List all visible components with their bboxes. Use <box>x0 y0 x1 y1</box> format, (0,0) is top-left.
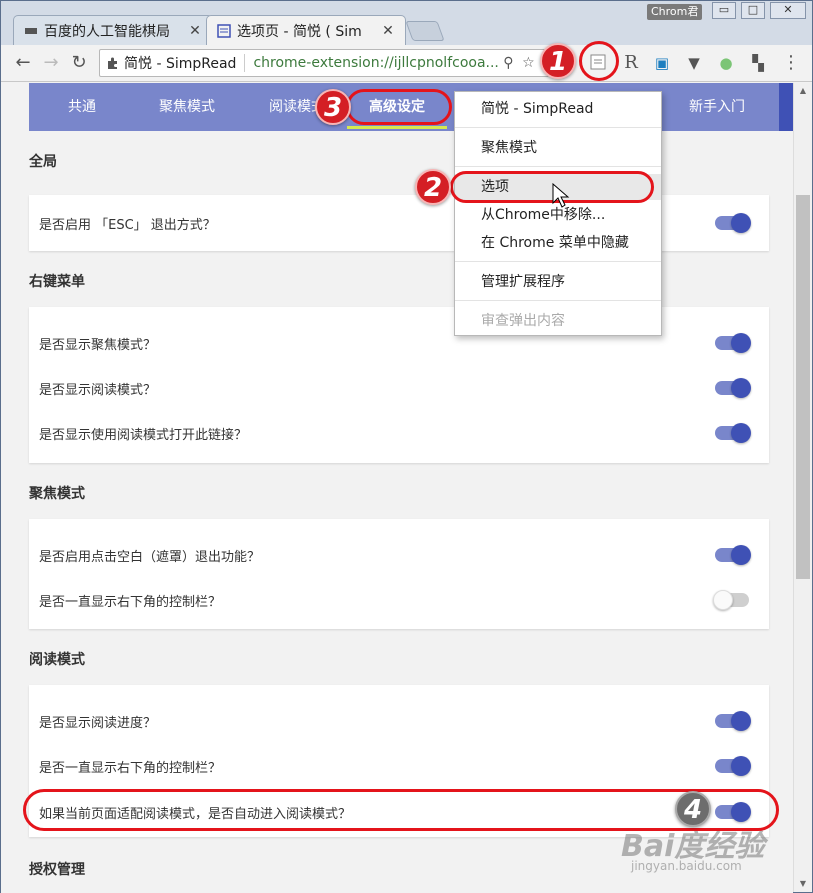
step-badge-1: 1 <box>540 43 576 79</box>
setting-label: 是否显示阅读模式？ <box>39 382 157 398</box>
toggle-knob <box>731 213 751 233</box>
browser-toolbar: ← → ↻ 简悦 - SimpRead chrome-extension://i… <box>1 45 812 82</box>
toggle-switch[interactable] <box>715 378 751 398</box>
toggle-switch[interactable] <box>715 423 751 443</box>
setting-label: 是否启用点击空白（遮罩）退出功能？ <box>39 549 261 565</box>
toggle-knob <box>731 333 751 353</box>
r-extension-icon[interactable]: R <box>621 53 641 73</box>
toggle-switch[interactable] <box>715 711 751 731</box>
profile-badge[interactable]: Chrom君 <box>647 4 703 20</box>
maximize-button[interactable]: □ <box>741 2 765 19</box>
annotation-ring-extension-icon <box>579 41 619 81</box>
options-page: 共通 聚焦模式 阅读模式 高级设定 新手入门 全局 是否启用 「ESC」 退出方… <box>1 83 793 893</box>
browser-window: 百度的人工智能棋局 ✕ 选项页 - 简悦 ( Sim ✕ Chrom君 ▭ □ … <box>0 0 813 893</box>
tab-strip: 百度的人工智能棋局 ✕ 选项页 - 简悦 ( Sim ✕ Chrom君 ▭ □ … <box>1 1 812 45</box>
toggle-switch[interactable] <box>713 590 749 610</box>
step-badge-3: 3 <box>315 89 351 125</box>
nav-getting-started[interactable]: 新手入门 <box>677 83 757 131</box>
reload-button[interactable]: ↻ <box>67 51 91 75</box>
toggle-knob <box>731 378 751 398</box>
setting-label: 是否显示阅读进度？ <box>39 715 157 731</box>
setting-row: 是否显示阅读模式？ <box>39 373 759 403</box>
toggle-switch[interactable] <box>715 545 751 565</box>
toggle-knob <box>731 545 751 565</box>
zoom-icon[interactable]: ⚲ <box>498 55 518 71</box>
menu-item-manage-extensions[interactable]: 管理扩展程序 <box>455 269 661 295</box>
step-badge-2: 2 <box>415 169 451 205</box>
mouse-cursor-icon <box>552 183 570 208</box>
bookmark-star-icon[interactable]: ☆ <box>518 55 538 71</box>
toggle-knob <box>713 590 733 610</box>
setting-label: 是否显示使用阅读模式打开此链接？ <box>39 427 248 443</box>
annotation-ring-advanced-tab <box>346 89 452 125</box>
menu-divider <box>455 261 661 262</box>
setting-row: 是否一直显示右下角的控制栏？ <box>39 585 759 615</box>
tab-title: 选项页 - 简悦 ( Sim <box>237 23 362 40</box>
tab-options[interactable]: 选项页 - 简悦 ( Sim ✕ <box>206 15 406 45</box>
tab-baidu[interactable]: 百度的人工智能棋局 ✕ <box>13 15 213 45</box>
section-title-global: 全局 <box>29 154 57 170</box>
menu-divider <box>455 166 661 167</box>
section-title-context-menu: 右键菜单 <box>29 274 85 290</box>
extension-context-menu: 简悦 - SimpRead 聚焦模式 选项 从Chrome中移除... 在 Ch… <box>454 91 662 336</box>
nav-focus-mode[interactable]: 聚焦模式 <box>147 83 227 131</box>
setting-row: 是否一直显示右下角的控制栏？ <box>39 751 759 781</box>
settings-card-focus-mode: 是否启用点击空白（遮罩）退出功能？ 是否一直显示右下角的控制栏？ <box>29 519 769 629</box>
page-favicon-icon <box>217 23 231 38</box>
menu-item-focus-mode[interactable]: 聚焦模式 <box>455 135 661 161</box>
grid-extension-icon[interactable]: ▚ <box>748 53 768 73</box>
scroll-up-icon[interactable]: ▲ <box>794 83 812 99</box>
forward-button[interactable]: → <box>39 51 63 75</box>
section-title-read-mode: 阅读模式 <box>29 652 85 668</box>
setting-row: 是否显示阅读进度？ <box>39 706 759 736</box>
new-tab-button[interactable] <box>405 21 445 41</box>
setting-label: 是否一直显示右下角的控制栏？ <box>39 760 222 776</box>
section-title-authorization: 授权管理 <box>29 862 85 878</box>
menu-divider <box>455 300 661 301</box>
annotation-ring-auto-read <box>23 789 779 831</box>
watermark-url: jingyan.baidu.com <box>631 859 742 873</box>
status-extension-icon[interactable]: ● <box>716 53 736 73</box>
step-badge-4: 4 <box>675 791 711 827</box>
scroll-thumb[interactable] <box>796 195 810 579</box>
menu-item-inspect-popup: 审查弹出内容 <box>481 313 565 329</box>
setting-label: 是否一直显示右下角的控制栏？ <box>39 594 222 610</box>
tab-favicon-icon <box>25 27 37 34</box>
url-text[interactable]: chrome-extension://ijllcpnolfcooa... <box>253 55 498 71</box>
tab-title: 百度的人工智能棋局 <box>44 23 170 40</box>
scroll-down-icon[interactable]: ▼ <box>794 876 812 892</box>
minimize-button[interactable]: ▭ <box>712 2 736 19</box>
menu-item-hide[interactable]: 在 Chrome 菜单中隐藏 <box>455 230 661 256</box>
toggle-switch[interactable] <box>715 333 751 353</box>
section-title-focus-mode: 聚焦模式 <box>29 486 85 502</box>
toggle-knob <box>731 756 751 776</box>
nav-common[interactable]: 共通 <box>49 83 115 131</box>
extension-name: 简悦 - SimpRead <box>124 56 237 72</box>
book-extension-icon[interactable]: ▣ <box>652 53 672 73</box>
toggle-switch[interactable] <box>715 756 751 776</box>
close-window-button[interactable]: ✕ <box>770 2 806 19</box>
menu-divider <box>455 127 661 128</box>
divider <box>244 54 246 72</box>
setting-row: 是否显示使用阅读模式打开此链接？ <box>39 418 759 448</box>
toggle-switch[interactable] <box>715 213 751 233</box>
tab-close-icon[interactable]: ✕ <box>188 23 202 39</box>
tab-close-icon[interactable]: ✕ <box>381 23 395 39</box>
back-button[interactable]: ← <box>11 51 35 75</box>
address-bar[interactable]: 简悦 - SimpRead chrome-extension://ijllcpn… <box>99 49 549 77</box>
setting-label: 是否显示聚焦模式？ <box>39 337 157 353</box>
setting-row: 是否启用点击空白（遮罩）退出功能？ <box>39 540 759 570</box>
toggle-knob <box>731 423 751 443</box>
toggle-knob <box>731 711 751 731</box>
download-extension-icon[interactable]: ▼ <box>684 53 704 73</box>
setting-label: 是否启用 「ESC」 退出方式？ <box>39 217 216 233</box>
menu-item-extension-name[interactable]: 简悦 - SimpRead <box>455 96 661 122</box>
extension-puzzle-icon <box>108 57 117 69</box>
chrome-menu-icon[interactable]: ⋮ <box>781 53 801 73</box>
page-scrollbar[interactable]: ▲ ▼ <box>793 83 812 892</box>
